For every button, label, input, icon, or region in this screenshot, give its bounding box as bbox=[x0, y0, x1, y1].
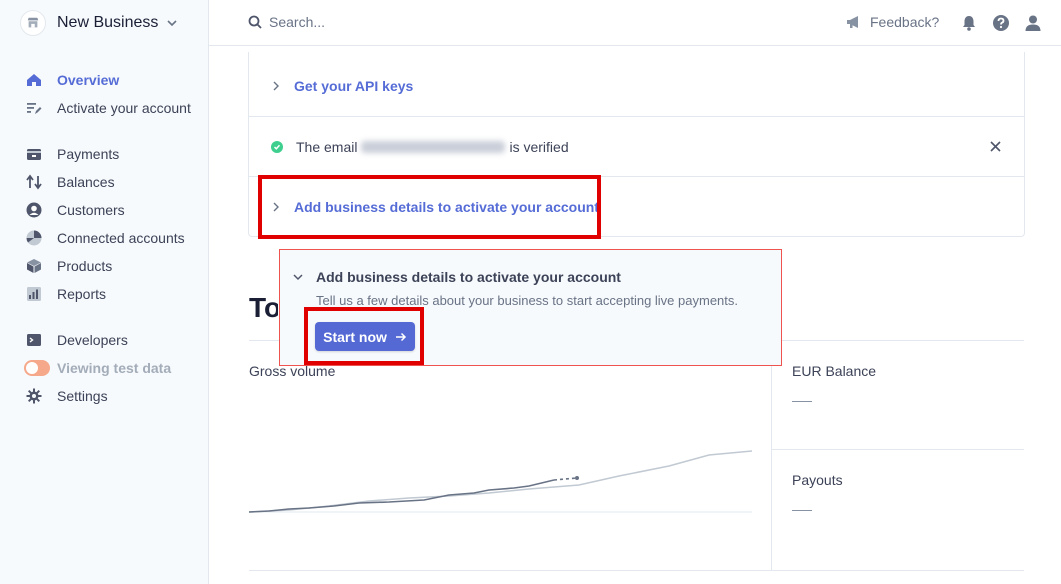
divider bbox=[771, 341, 772, 570]
feedback-button[interactable]: Feedback? bbox=[846, 14, 939, 30]
chevron-right-icon bbox=[273, 81, 279, 91]
highlight-box-start-now bbox=[304, 307, 424, 365]
megaphone-icon bbox=[847, 16, 858, 28]
business-name: New Business bbox=[57, 14, 159, 31]
business-switcher[interactable]: New Business bbox=[20, 10, 178, 36]
sidebar-item-reports[interactable]: Reports bbox=[24, 283, 106, 305]
account-icon[interactable] bbox=[1024, 14, 1042, 32]
search-placeholder: Search... bbox=[269, 14, 326, 30]
terminal-icon bbox=[24, 330, 44, 350]
sidebar-item-label: Viewing test data bbox=[57, 360, 172, 376]
home-icon bbox=[24, 70, 44, 90]
api-keys-link[interactable]: Get your API keys bbox=[294, 78, 413, 94]
sidebar-item-label: Overview bbox=[57, 72, 120, 88]
sidebar-item-label: Developers bbox=[57, 332, 128, 348]
bell-icon[interactable] bbox=[960, 14, 978, 32]
sidebar-item-label: Settings bbox=[57, 388, 108, 404]
eur-balance-value bbox=[792, 401, 812, 402]
sidebar-item-label: Products bbox=[57, 258, 113, 274]
checklist-item-api-keys[interactable]: Get your API keys bbox=[249, 56, 1024, 116]
email-suffix: is verified bbox=[509, 138, 569, 155]
chevron-down-icon bbox=[167, 20, 177, 27]
sidebar-item-label: Activate your account bbox=[57, 100, 191, 116]
customers-icon bbox=[24, 200, 44, 220]
connected-accounts-icon bbox=[24, 228, 44, 248]
divider bbox=[772, 449, 1024, 450]
eur-balance-label: EUR Balance bbox=[792, 363, 877, 379]
payouts-label: Payouts bbox=[792, 472, 843, 488]
sidebar-item-label: Reports bbox=[57, 286, 107, 302]
sidebar: New Business Overview Activate your acco… bbox=[0, 0, 209, 584]
sidebar-item-activate-account[interactable]: Activate your account bbox=[24, 97, 191, 119]
sidebar-item-overview[interactable]: Overview bbox=[24, 69, 119, 91]
close-icon[interactable] bbox=[989, 140, 1002, 153]
today-heading: To bbox=[249, 292, 278, 323]
sidebar-item-developers[interactable]: Developers bbox=[24, 329, 128, 351]
checklist-item-email-verified: The email is verified bbox=[249, 116, 1024, 176]
redacted-email bbox=[361, 140, 506, 153]
popover-description: Tell us a few details about your busines… bbox=[316, 293, 738, 308]
payouts-value bbox=[792, 510, 812, 511]
sidebar-item-label: Connected accounts bbox=[57, 230, 185, 246]
payments-icon bbox=[24, 144, 44, 164]
sidebar-item-label: Customers bbox=[57, 202, 125, 218]
sidebar-item-label: Payments bbox=[57, 146, 120, 162]
feedback-label: Feedback? bbox=[870, 14, 940, 30]
toggle-icon[interactable] bbox=[24, 360, 50, 376]
search-icon bbox=[248, 15, 262, 29]
search-input[interactable]: Search... bbox=[248, 14, 325, 30]
sidebar-item-label: Balances bbox=[57, 174, 115, 190]
store-icon bbox=[20, 10, 46, 36]
sidebar-item-customers[interactable]: Customers bbox=[24, 199, 125, 221]
help-icon[interactable] bbox=[992, 14, 1010, 32]
top-bar: Search... Feedback? bbox=[209, 0, 1061, 46]
edit-list-icon bbox=[24, 98, 44, 118]
sidebar-item-connected-accounts[interactable]: Connected accounts bbox=[24, 227, 185, 249]
gear-icon bbox=[24, 386, 44, 406]
reports-icon bbox=[24, 284, 44, 304]
sidebar-item-payments[interactable]: Payments bbox=[24, 143, 119, 165]
divider bbox=[249, 570, 1024, 571]
products-icon bbox=[24, 256, 44, 276]
balances-icon bbox=[24, 172, 44, 192]
sidebar-item-balances[interactable]: Balances bbox=[24, 171, 115, 193]
chevron-down-icon[interactable] bbox=[292, 272, 304, 282]
sidebar-item-products[interactable]: Products bbox=[24, 255, 112, 277]
check-circle-icon bbox=[271, 140, 283, 153]
sidebar-item-settings[interactable]: Settings bbox=[24, 385, 108, 407]
email-prefix: The email bbox=[296, 138, 358, 155]
popover-title: Add business details to activate your ac… bbox=[316, 269, 621, 285]
sidebar-item-test-data-toggle[interactable]: Viewing test data bbox=[24, 357, 171, 379]
highlight-box-business-details bbox=[258, 175, 601, 239]
gross-volume-chart bbox=[249, 450, 752, 513]
